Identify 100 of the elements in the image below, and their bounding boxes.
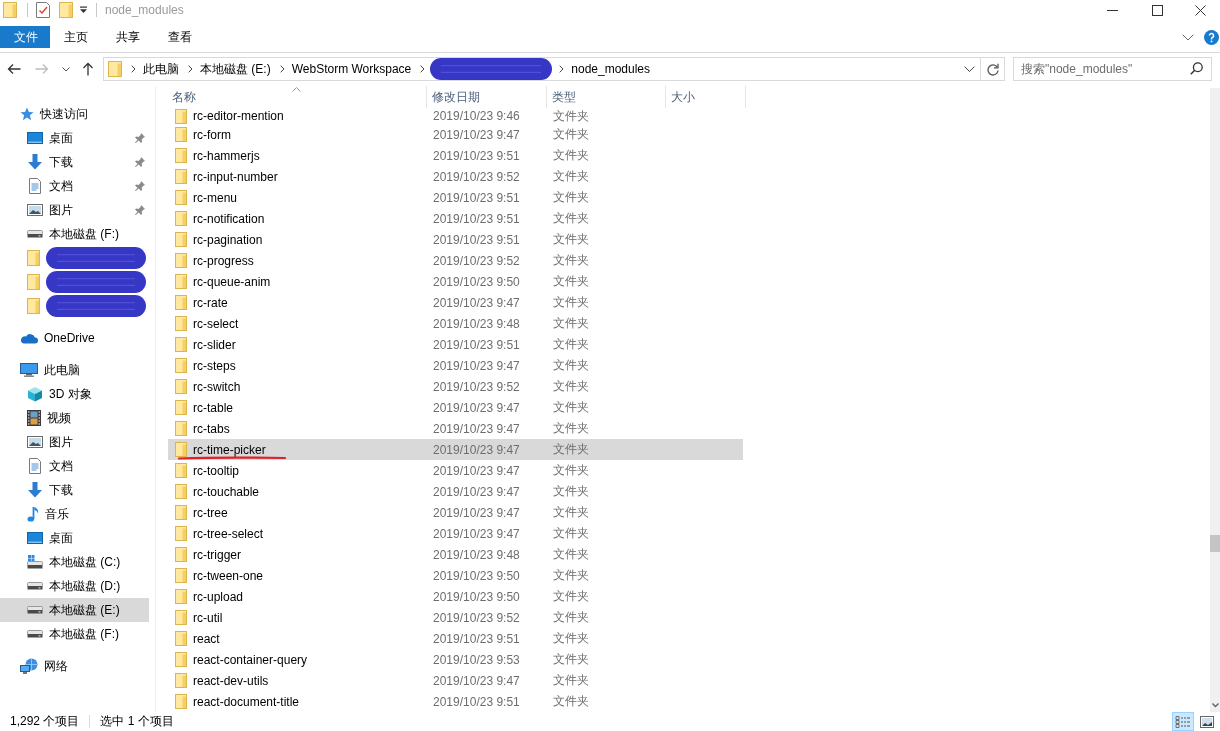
file-name: rc-time-picker [193, 442, 266, 457]
file-row[interactable]: rc-upload 2019/10/23 9:50 文件夹 [168, 586, 743, 607]
nav-item[interactable]: 本地磁盘 (C:) [0, 550, 149, 574]
file-row[interactable]: rc-trigger 2019/10/23 9:48 文件夹 [168, 544, 743, 565]
status-selection: 选中 1 个项目 [100, 713, 174, 730]
column-header[interactable]: 修改日期 [427, 86, 547, 108]
nav-item[interactable]: 本地磁盘 (F:) [0, 622, 149, 646]
file-row[interactable]: rc-input-number 2019/10/23 9:52 文件夹 [168, 166, 743, 187]
file-row[interactable]: rc-queue-anim 2019/10/23 9:50 文件夹 [168, 271, 743, 292]
file-row[interactable]: rc-editor-mention 2019/10/23 9:46 文件夹 [168, 108, 743, 124]
breadcrumb[interactable]: node_modules [569, 58, 652, 80]
file-row[interactable]: react 2019/10/23 9:51 文件夹 [168, 628, 743, 649]
nav-item[interactable]: 图片 [0, 430, 149, 454]
file-menu-tab[interactable]: 文件 [0, 26, 50, 48]
ribbon-tab[interactable]: 主页 [50, 26, 102, 48]
nav-item[interactable]: 快速访问 [0, 102, 149, 126]
breadcrumb[interactable]: 本地磁盘 (E:) [198, 58, 273, 80]
caret-icon[interactable] [79, 6, 88, 14]
scrollbar-thumb[interactable] [1210, 535, 1220, 552]
column-header[interactable]: 大小 [666, 86, 746, 108]
file-row[interactable]: rc-tween-one 2019/10/23 9:50 文件夹 [168, 565, 743, 586]
folder-icon [3, 2, 17, 18]
address-bar[interactable]: 此电脑 本地磁盘 (E:) WebStorm Workspace node_modules [103, 57, 1005, 81]
file-type: 文件夹 [553, 315, 589, 332]
nav-item[interactable]: 图片 [0, 198, 149, 222]
folder-icon [175, 379, 187, 394]
file-row[interactable]: rc-tooltip 2019/10/23 9:47 文件夹 [168, 460, 743, 481]
drive-icon [27, 630, 43, 638]
file-name: rc-upload [193, 589, 244, 604]
file-row[interactable]: rc-progress 2019/10/23 9:52 文件夹 [168, 250, 743, 271]
folder-icon [27, 298, 40, 314]
drive-icon [27, 582, 43, 590]
ribbon-tab[interactable]: 查看 [154, 26, 206, 48]
status-item-count: 1,292 个项目 [10, 713, 80, 730]
nav-item[interactable]: 下载 [0, 478, 149, 502]
nav-item[interactable]: 网络 [0, 654, 149, 678]
search-icon[interactable] [1190, 62, 1203, 75]
chevron-right-icon [559, 65, 565, 73]
file-row[interactable]: rc-steps 2019/10/23 9:47 文件夹 [168, 355, 743, 376]
file-row[interactable]: react-document-title 2019/10/23 9:51 文件夹 [168, 691, 743, 712]
folder-icon [108, 61, 122, 77]
file-type: 文件夹 [553, 107, 589, 125]
file-type: 文件夹 [553, 546, 589, 563]
file-row[interactable]: rc-switch 2019/10/23 9:52 文件夹 [168, 376, 743, 397]
file-type: 文件夹 [553, 357, 589, 374]
nav-item[interactable]: 3D 对象 [0, 382, 149, 406]
file-name: react-document-title [193, 694, 300, 709]
file-row[interactable]: rc-time-picker 2019/10/23 9:47 文件夹 [168, 439, 743, 460]
file-row[interactable]: rc-menu 2019/10/23 9:51 文件夹 [168, 187, 743, 208]
file-type: 文件夹 [553, 231, 589, 248]
chevron-down-icon[interactable] [1182, 33, 1194, 41]
folder-icon [175, 463, 187, 478]
file-name: rc-notification [193, 211, 265, 226]
breadcrumb[interactable]: 此电脑 [141, 58, 181, 80]
nav-item[interactable]: 桌面 [0, 126, 149, 150]
nav-item[interactable]: 桌面 [0, 526, 149, 550]
search-field[interactable]: 搜索"node_modules" [1013, 57, 1212, 81]
ribbon-tab[interactable]: 共享 [102, 26, 154, 48]
up-arrow-icon [82, 62, 94, 76]
column-header[interactable]: 类型 [547, 86, 666, 108]
file-row[interactable]: react-container-query 2019/10/23 9:53 文件夹 [168, 649, 743, 670]
file-row[interactable]: rc-rate 2019/10/23 9:47 文件夹 [168, 292, 743, 313]
file-row[interactable]: rc-select 2019/10/23 9:48 文件夹 [168, 313, 743, 334]
file-row[interactable]: rc-slider 2019/10/23 9:51 文件夹 [168, 334, 743, 355]
view-button[interactable] [1172, 712, 1194, 731]
nav-item[interactable]: 本地磁盘 (D:) [0, 574, 149, 598]
nav-item[interactable]: 下载 [0, 150, 149, 174]
file-name: rc-tree [193, 505, 228, 520]
checked-document-icon[interactable] [36, 2, 50, 18]
nav-item[interactable]: 本地磁盘 (E:) [0, 598, 149, 622]
nav-item[interactable]: 文档 [0, 174, 149, 198]
file-type: 文件夹 [553, 525, 589, 542]
help-icon[interactable] [1204, 29, 1219, 45]
column-header[interactable]: 名称 [167, 86, 427, 108]
file-row[interactable]: rc-pagination 2019/10/23 9:51 文件夹 [168, 229, 743, 250]
nav-item[interactable]: 此电脑 [0, 358, 149, 382]
file-row[interactable]: rc-tree-select 2019/10/23 9:47 文件夹 [168, 523, 743, 544]
close-icon [1194, 4, 1206, 16]
folder-icon [175, 610, 187, 625]
system-drive-icon [27, 555, 43, 569]
file-row[interactable]: rc-hammerjs 2019/10/23 9:51 文件夹 [168, 145, 743, 166]
file-row[interactable]: rc-table 2019/10/23 9:47 文件夹 [168, 397, 743, 418]
file-row[interactable]: rc-util 2019/10/23 9:52 文件夹 [168, 607, 743, 628]
file-row[interactable]: rc-form 2019/10/23 9:47 文件夹 [168, 124, 743, 145]
nav-item[interactable]: OneDrive [0, 326, 149, 350]
file-row[interactable]: rc-touchable 2019/10/23 9:47 文件夹 [168, 481, 743, 502]
nav-item[interactable]: 视频 [0, 406, 149, 430]
folder-icon [175, 358, 187, 373]
breadcrumb[interactable]: WebStorm Workspace [289, 58, 414, 80]
file-row[interactable]: rc-tabs 2019/10/23 9:47 文件夹 [168, 418, 743, 439]
modified-date: 2019/10/23 9:47 [433, 295, 520, 310]
nav-item[interactable]: 音乐 [0, 502, 149, 526]
file-row[interactable]: rc-notification 2019/10/23 9:51 文件夹 [168, 208, 743, 229]
folder-icon [175, 316, 187, 331]
nav-item[interactable]: 文档 [0, 454, 149, 478]
modified-date: 2019/10/23 9:47 [433, 127, 520, 142]
file-name: rc-tween-one [193, 568, 264, 583]
file-row[interactable]: react-dev-utils 2019/10/23 9:47 文件夹 [168, 670, 743, 691]
file-row[interactable]: rc-tree 2019/10/23 9:47 文件夹 [168, 502, 743, 523]
nav-item[interactable]: 本地磁盘 (F:) [0, 222, 149, 246]
